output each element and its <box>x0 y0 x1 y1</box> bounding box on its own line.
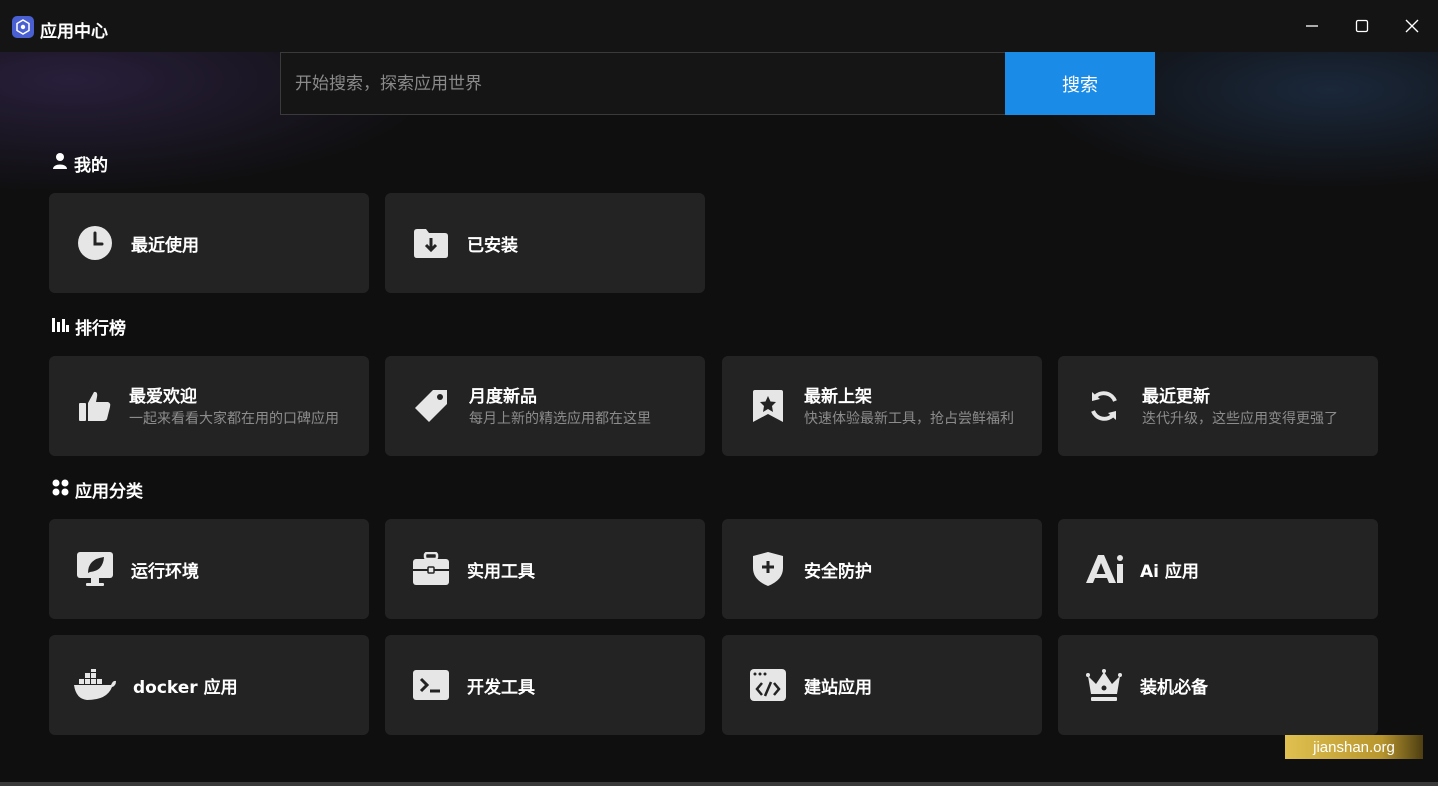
refresh-icon <box>1084 386 1124 426</box>
clock-icon <box>75 223 115 263</box>
docker-icon <box>73 665 117 705</box>
card-description: 一起来看看大家都在用的口碑应用 <box>129 410 339 427</box>
card-description: 快速体验最新工具，抢占尝鲜福利 <box>804 410 1014 427</box>
minimize-button[interactable] <box>1294 12 1330 42</box>
card-website[interactable]: 建站应用 <box>722 635 1042 735</box>
card-recent[interactable]: 最近使用 <box>49 193 369 293</box>
bottom-border <box>0 782 1438 786</box>
card-most-popular[interactable]: 最爱欢迎 一起来看看大家都在用的口碑应用 <box>49 356 369 456</box>
briefcase-icon <box>411 549 451 589</box>
star-bookmark-icon <box>748 386 788 426</box>
card-label: Ai 应用 <box>1140 561 1199 582</box>
bar-chart-icon <box>52 316 75 337</box>
section-title-categories: 应用分类 <box>52 477 143 502</box>
close-button[interactable] <box>1394 12 1430 42</box>
card-label: docker 应用 <box>133 677 238 698</box>
monitor-leaf-icon <box>75 549 115 589</box>
tag-icon <box>411 386 451 426</box>
folder-download-icon <box>411 223 451 263</box>
card-latest-release[interactable]: 最新上架 快速体验最新工具，抢占尝鲜福利 <box>722 356 1042 456</box>
card-label: 开发工具 <box>467 677 535 698</box>
card-utilities[interactable]: 实用工具 <box>385 519 705 619</box>
search-button[interactable]: 搜索 <box>1005 52 1155 115</box>
card-label: 装机必备 <box>1140 677 1208 698</box>
user-icon <box>52 152 74 175</box>
card-essentials[interactable]: 装机必备 <box>1058 635 1378 735</box>
card-monthly-new[interactable]: 月度新品 每月上新的精选应用都在这里 <box>385 356 705 456</box>
card-label: 最近更新 <box>1142 386 1210 407</box>
section-title-mine: 我的 <box>52 151 108 176</box>
app-logo-icon <box>12 16 34 38</box>
card-dev-tools[interactable]: 开发工具 <box>385 635 705 735</box>
thumbs-up-icon <box>75 386 115 426</box>
section-title-ranking: 排行榜 <box>52 314 126 339</box>
title-bar: 应用中心 <box>0 0 1438 52</box>
card-runtime[interactable]: 运行环境 <box>49 519 369 619</box>
card-ai-apps[interactable]: Ai 应用 <box>1058 519 1378 619</box>
shield-plus-icon <box>748 549 788 589</box>
card-security[interactable]: 安全防护 <box>722 519 1042 619</box>
card-recent-updates[interactable]: 最近更新 迭代升级，这些应用变得更强了 <box>1058 356 1378 456</box>
card-label: 建站应用 <box>804 677 872 698</box>
window-title: 应用中心 <box>40 22 108 42</box>
card-label: 实用工具 <box>467 561 535 582</box>
card-description: 迭代升级，这些应用变得更强了 <box>1142 410 1338 427</box>
search-bar: 搜索 <box>280 52 1155 115</box>
card-installed[interactable]: 已安装 <box>385 193 705 293</box>
maximize-icon <box>1355 18 1369 37</box>
card-label: 安全防护 <box>804 561 872 582</box>
grid-dots-icon <box>52 479 75 501</box>
minimize-icon <box>1305 18 1319 37</box>
watermark: jianshan.org <box>1285 735 1423 759</box>
card-label: 运行环境 <box>131 561 199 582</box>
crown-icon <box>1084 665 1124 705</box>
card-label: 最新上架 <box>804 386 872 407</box>
card-label: 最爱欢迎 <box>129 386 197 407</box>
card-label: 月度新品 <box>469 386 537 407</box>
card-description: 每月上新的精选应用都在这里 <box>469 410 651 427</box>
card-label: 最近使用 <box>131 235 199 256</box>
search-input[interactable] <box>280 52 1006 115</box>
ai-icon <box>1084 549 1124 589</box>
terminal-icon <box>411 665 451 705</box>
maximize-button[interactable] <box>1344 12 1380 42</box>
card-docker[interactable]: docker 应用 <box>49 635 369 735</box>
card-label: 已安装 <box>467 235 518 256</box>
close-icon <box>1405 18 1419 37</box>
code-window-icon <box>748 665 788 705</box>
